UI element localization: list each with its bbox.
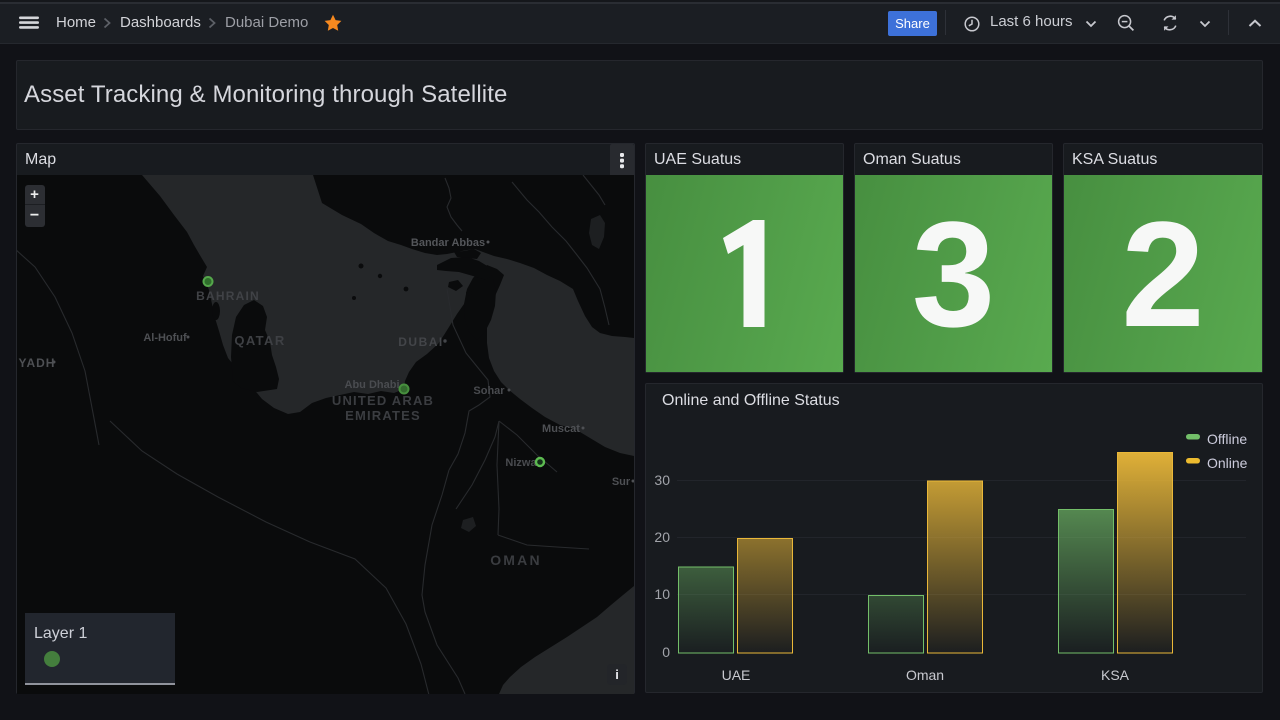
- svg-text:QATAR: QATAR: [234, 333, 285, 348]
- svg-text:Al-Hofuf: Al-Hofuf: [143, 332, 187, 344]
- svg-text:Abu Dhabi: Abu Dhabi: [345, 379, 400, 391]
- svg-text:Offline: Offline: [1207, 431, 1247, 447]
- svg-text:Sur: Sur: [612, 476, 631, 488]
- svg-text:Muscat: Muscat: [542, 423, 580, 435]
- svg-text:Bandar Abbas: Bandar Abbas: [411, 237, 485, 249]
- svg-text:RIYADH: RIYADH: [17, 356, 55, 370]
- svg-text:Oman: Oman: [906, 667, 944, 683]
- svg-text:UNITED ARAB: UNITED ARAB: [332, 393, 434, 408]
- svg-text:EMIRATES: EMIRATES: [345, 408, 421, 423]
- svg-text:DUBAI: DUBAI: [398, 335, 444, 349]
- svg-text:Sohar: Sohar: [473, 385, 505, 397]
- svg-text:10: 10: [654, 586, 670, 602]
- svg-text:OMAN: OMAN: [490, 552, 542, 568]
- svg-text:0: 0: [662, 644, 670, 660]
- svg-text:Online: Online: [1207, 455, 1248, 471]
- svg-text:UAE: UAE: [722, 667, 751, 683]
- svg-text:30: 30: [654, 472, 670, 488]
- svg-text:20: 20: [654, 529, 670, 545]
- svg-text:Nizwa: Nizwa: [505, 457, 537, 469]
- svg-text:BAHRAIN: BAHRAIN: [196, 289, 260, 303]
- svg-text:KSA: KSA: [1101, 667, 1130, 683]
